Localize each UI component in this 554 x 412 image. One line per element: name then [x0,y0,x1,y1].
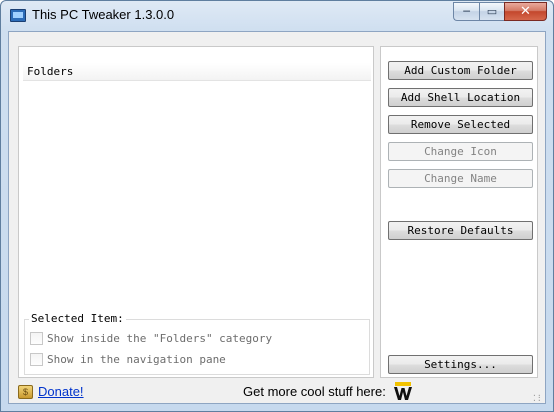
change-name-button[interactable]: Change Name [388,169,533,188]
show-in-navigation-checkbox[interactable] [30,352,43,366]
logo-bar [395,382,411,386]
selected-item-group: Selected Item: Show inside the "Folders"… [24,312,370,375]
donate-icon: $ [18,385,33,399]
add-custom-folder-button[interactable]: Add Custom Folder [388,61,533,80]
close-button[interactable]: ✕ [504,2,547,21]
selected-item-label: Selected Item: [29,312,126,325]
maximize-icon: ▭ [486,5,498,18]
status-bar: $ Donate! Get more cool stuff here: ...: [9,378,545,404]
show-in-folders-option[interactable]: Show inside the "Folders" category [30,330,272,346]
title-bar[interactable]: This PC Tweaker 1.3.0.0 ─ ▭ ✕ [1,1,553,31]
client-area: Folders Selected Item: Show inside the "… [8,31,546,404]
folders-column-header[interactable]: Folders [23,63,371,81]
settings-button[interactable]: Settings... [388,355,533,374]
maximize-button[interactable]: ▭ [479,2,504,21]
add-shell-location-button[interactable]: Add Shell Location [388,88,533,107]
close-icon: ✕ [520,4,531,19]
show-in-navigation-label: Show in the navigation pane [47,352,226,366]
folders-panel: Folders Selected Item: Show inside the "… [18,46,374,378]
app-window: This PC Tweaker 1.3.0.0 ─ ▭ ✕ Folders Se… [0,0,554,412]
donate-link[interactable]: Donate! [38,384,84,399]
show-in-folders-checkbox[interactable] [30,331,43,345]
winaero-w-logo[interactable] [393,381,413,401]
window-title: This PC Tweaker 1.3.0.0 [32,7,175,22]
change-icon-button[interactable]: Change Icon [388,142,533,161]
logo-w-shape [394,387,412,400]
show-in-folders-label: Show inside the "Folders" category [47,331,273,345]
resize-grip-icon[interactable]: ...: [532,390,542,403]
remove-selected-button[interactable]: Remove Selected [388,115,533,134]
show-in-navigation-option[interactable]: Show in the navigation pane [30,351,226,367]
minimize-button[interactable]: ─ [453,2,479,21]
caption-buttons: ─ ▭ ✕ [453,2,547,21]
app-icon [10,9,26,22]
actions-panel: Add Custom Folder Add Shell Location Rem… [380,46,538,378]
restore-defaults-button[interactable]: Restore Defaults [388,221,533,240]
minimize-icon: ─ [463,5,470,18]
promo-text: Get more cool stuff here: [243,384,386,399]
